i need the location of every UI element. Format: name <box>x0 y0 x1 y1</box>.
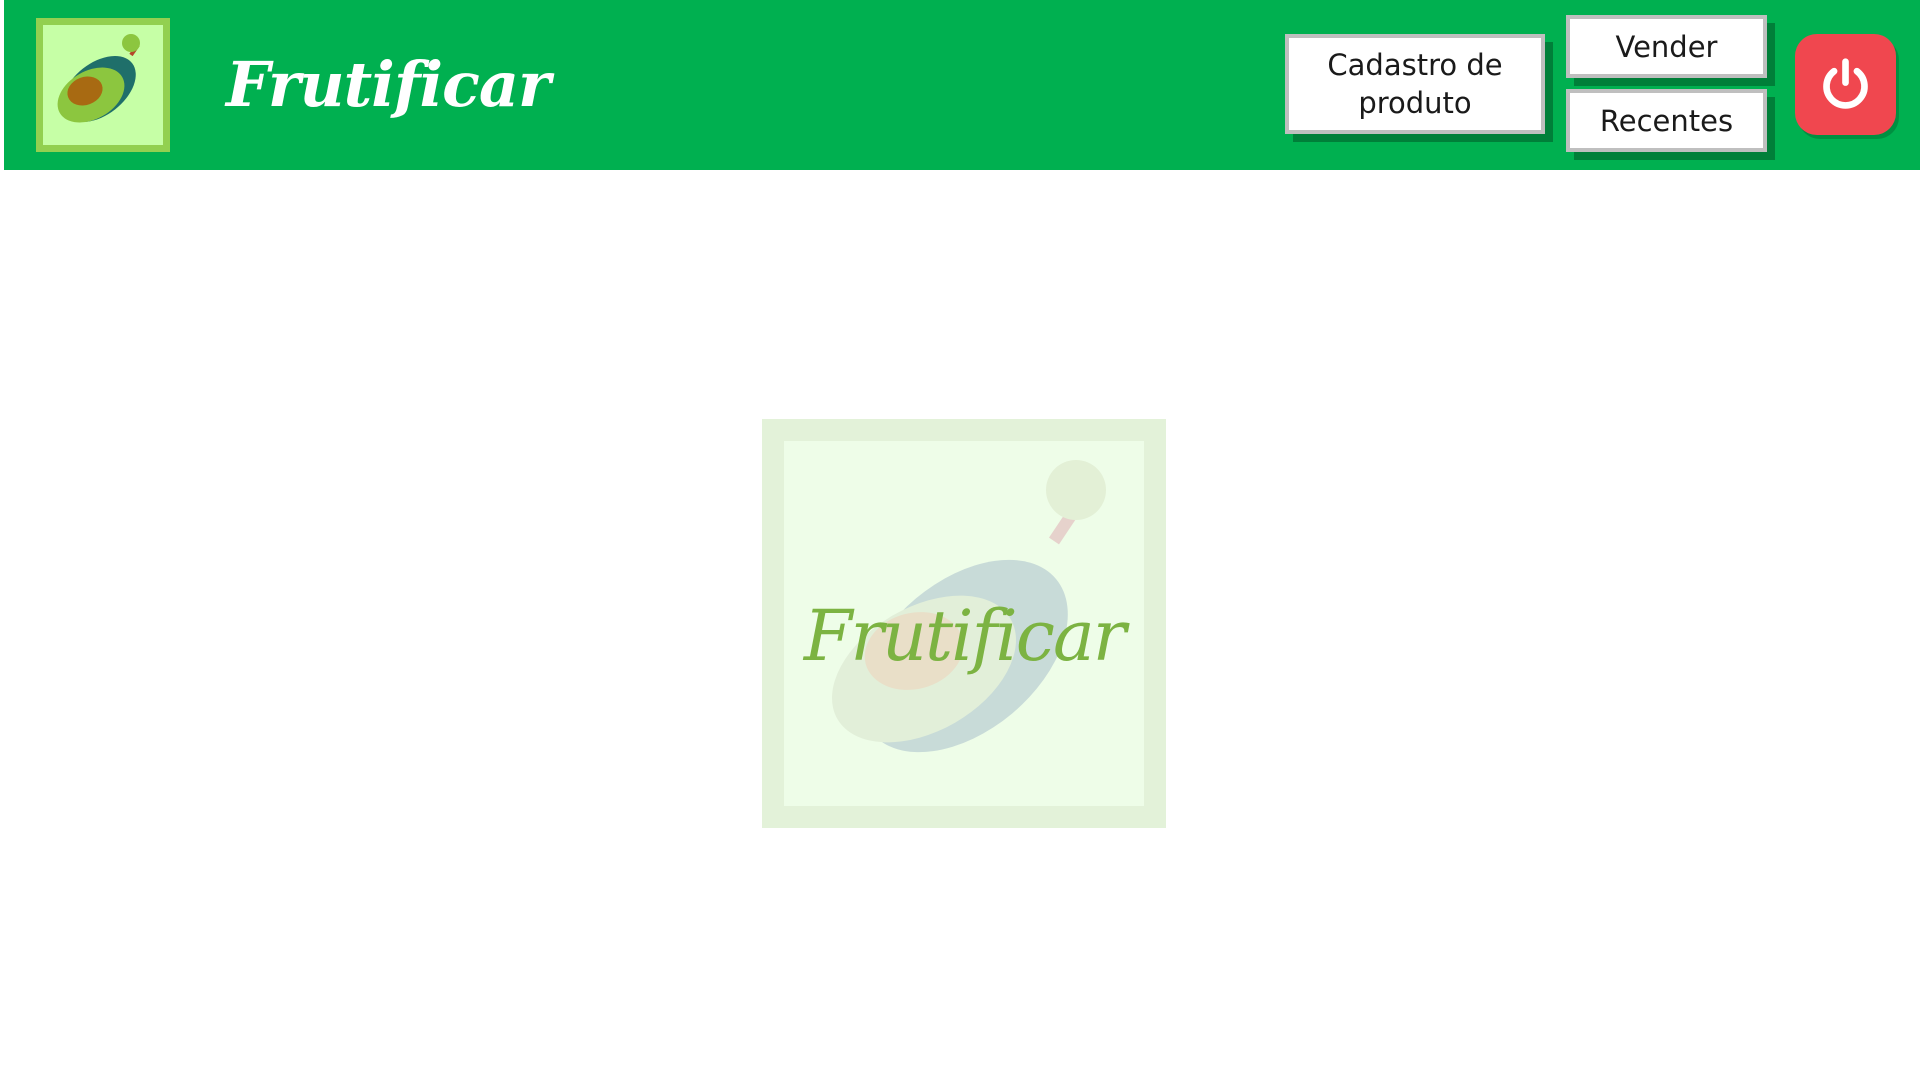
recent-button[interactable]: Recentes <box>1566 89 1767 152</box>
app-logo <box>36 18 170 152</box>
power-icon <box>1823 58 1868 109</box>
product-register-button[interactable]: Cadastro de produto <box>1285 34 1545 134</box>
top-header: Frutificar Cadastro de produto Vender Re… <box>4 0 1920 170</box>
sell-button[interactable]: Vender <box>1566 15 1767 78</box>
avocado-logo-icon <box>57 34 140 123</box>
center-watermark-logo: Frutificar <box>762 419 1166 828</box>
app-title: Frutificar <box>226 48 551 121</box>
watermark-title: Frutificar <box>803 595 1126 677</box>
logout-button[interactable] <box>1795 34 1896 135</box>
